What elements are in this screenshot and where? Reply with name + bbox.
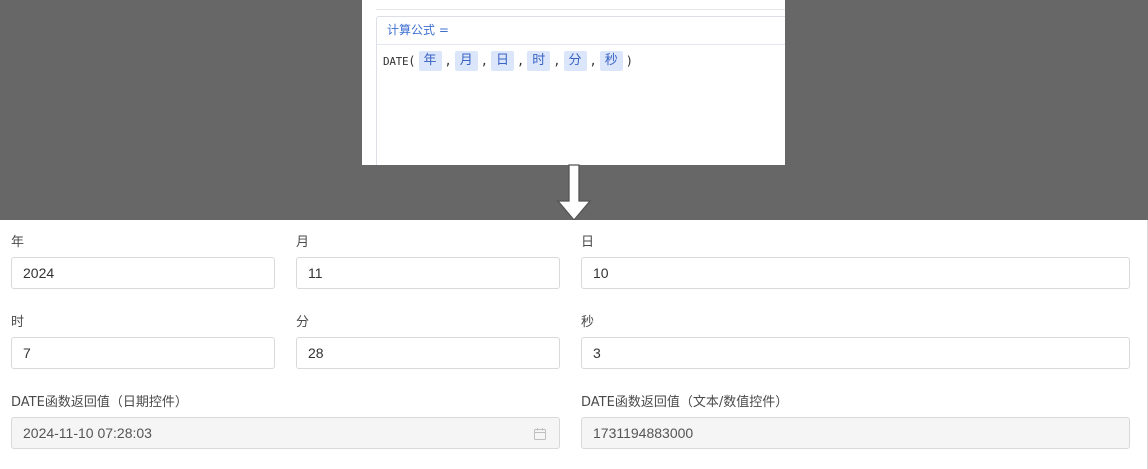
formula-panel: 计算公式 = DATE( 年, 月, 日, 时, 分, 秒) — [362, 0, 785, 165]
year-label: 年 — [11, 235, 25, 250]
separator: , — [444, 54, 452, 68]
down-arrow-icon — [556, 164, 592, 222]
second-input[interactable]: 3 — [581, 337, 1130, 369]
function-name: DATE — [383, 54, 409, 68]
token-minute[interactable]: 分 — [563, 51, 587, 71]
date-result-label: DATE函数返回值（日期控件） — [11, 395, 188, 410]
token-year[interactable]: 年 — [418, 51, 442, 71]
formula-expression[interactable]: DATE( 年, 月, 日, 时, 分, 秒) — [377, 45, 785, 71]
second-label: 秒 — [581, 315, 595, 330]
text-result-label: DATE函数返回值（文本/数值控件） — [581, 395, 789, 410]
calendar-icon[interactable] — [533, 427, 547, 441]
separator: , — [589, 54, 597, 68]
formula-header: 计算公式 = — [377, 17, 785, 45]
separator: , — [517, 54, 525, 68]
year-input[interactable]: 2024 — [11, 257, 275, 289]
day-label: 日 — [581, 235, 595, 250]
form-area: 年 2024 月 11 日 10 时 7 分 28 秒 3 DATE函数返回值（… — [0, 220, 1148, 469]
minute-label: 分 — [296, 315, 310, 330]
token-day[interactable]: 日 — [491, 51, 515, 71]
formula-editor[interactable]: 计算公式 = DATE( 年, 月, 日, 时, 分, 秒) — [376, 16, 785, 165]
month-input[interactable]: 11 — [296, 257, 560, 289]
open-paren: ( — [408, 54, 416, 68]
text-result-field[interactable]: 1731194883000 — [581, 417, 1130, 449]
date-result-field[interactable]: 2024-11-10 07:28:03 — [11, 417, 560, 449]
separator: , — [480, 54, 489, 68]
day-input[interactable]: 10 — [581, 257, 1130, 289]
hour-input[interactable]: 7 — [11, 337, 275, 369]
close-paren: ) — [625, 54, 634, 68]
divider — [376, 9, 785, 10]
minute-input[interactable]: 28 — [296, 337, 560, 369]
hour-label: 时 — [11, 315, 25, 330]
token-hour[interactable]: 时 — [527, 51, 551, 71]
token-second[interactable]: 秒 — [599, 51, 623, 71]
token-month[interactable]: 月 — [454, 51, 478, 71]
month-label: 月 — [296, 235, 310, 250]
separator: , — [553, 54, 561, 68]
date-result-value: 2024-11-10 07:28:03 — [23, 425, 152, 441]
